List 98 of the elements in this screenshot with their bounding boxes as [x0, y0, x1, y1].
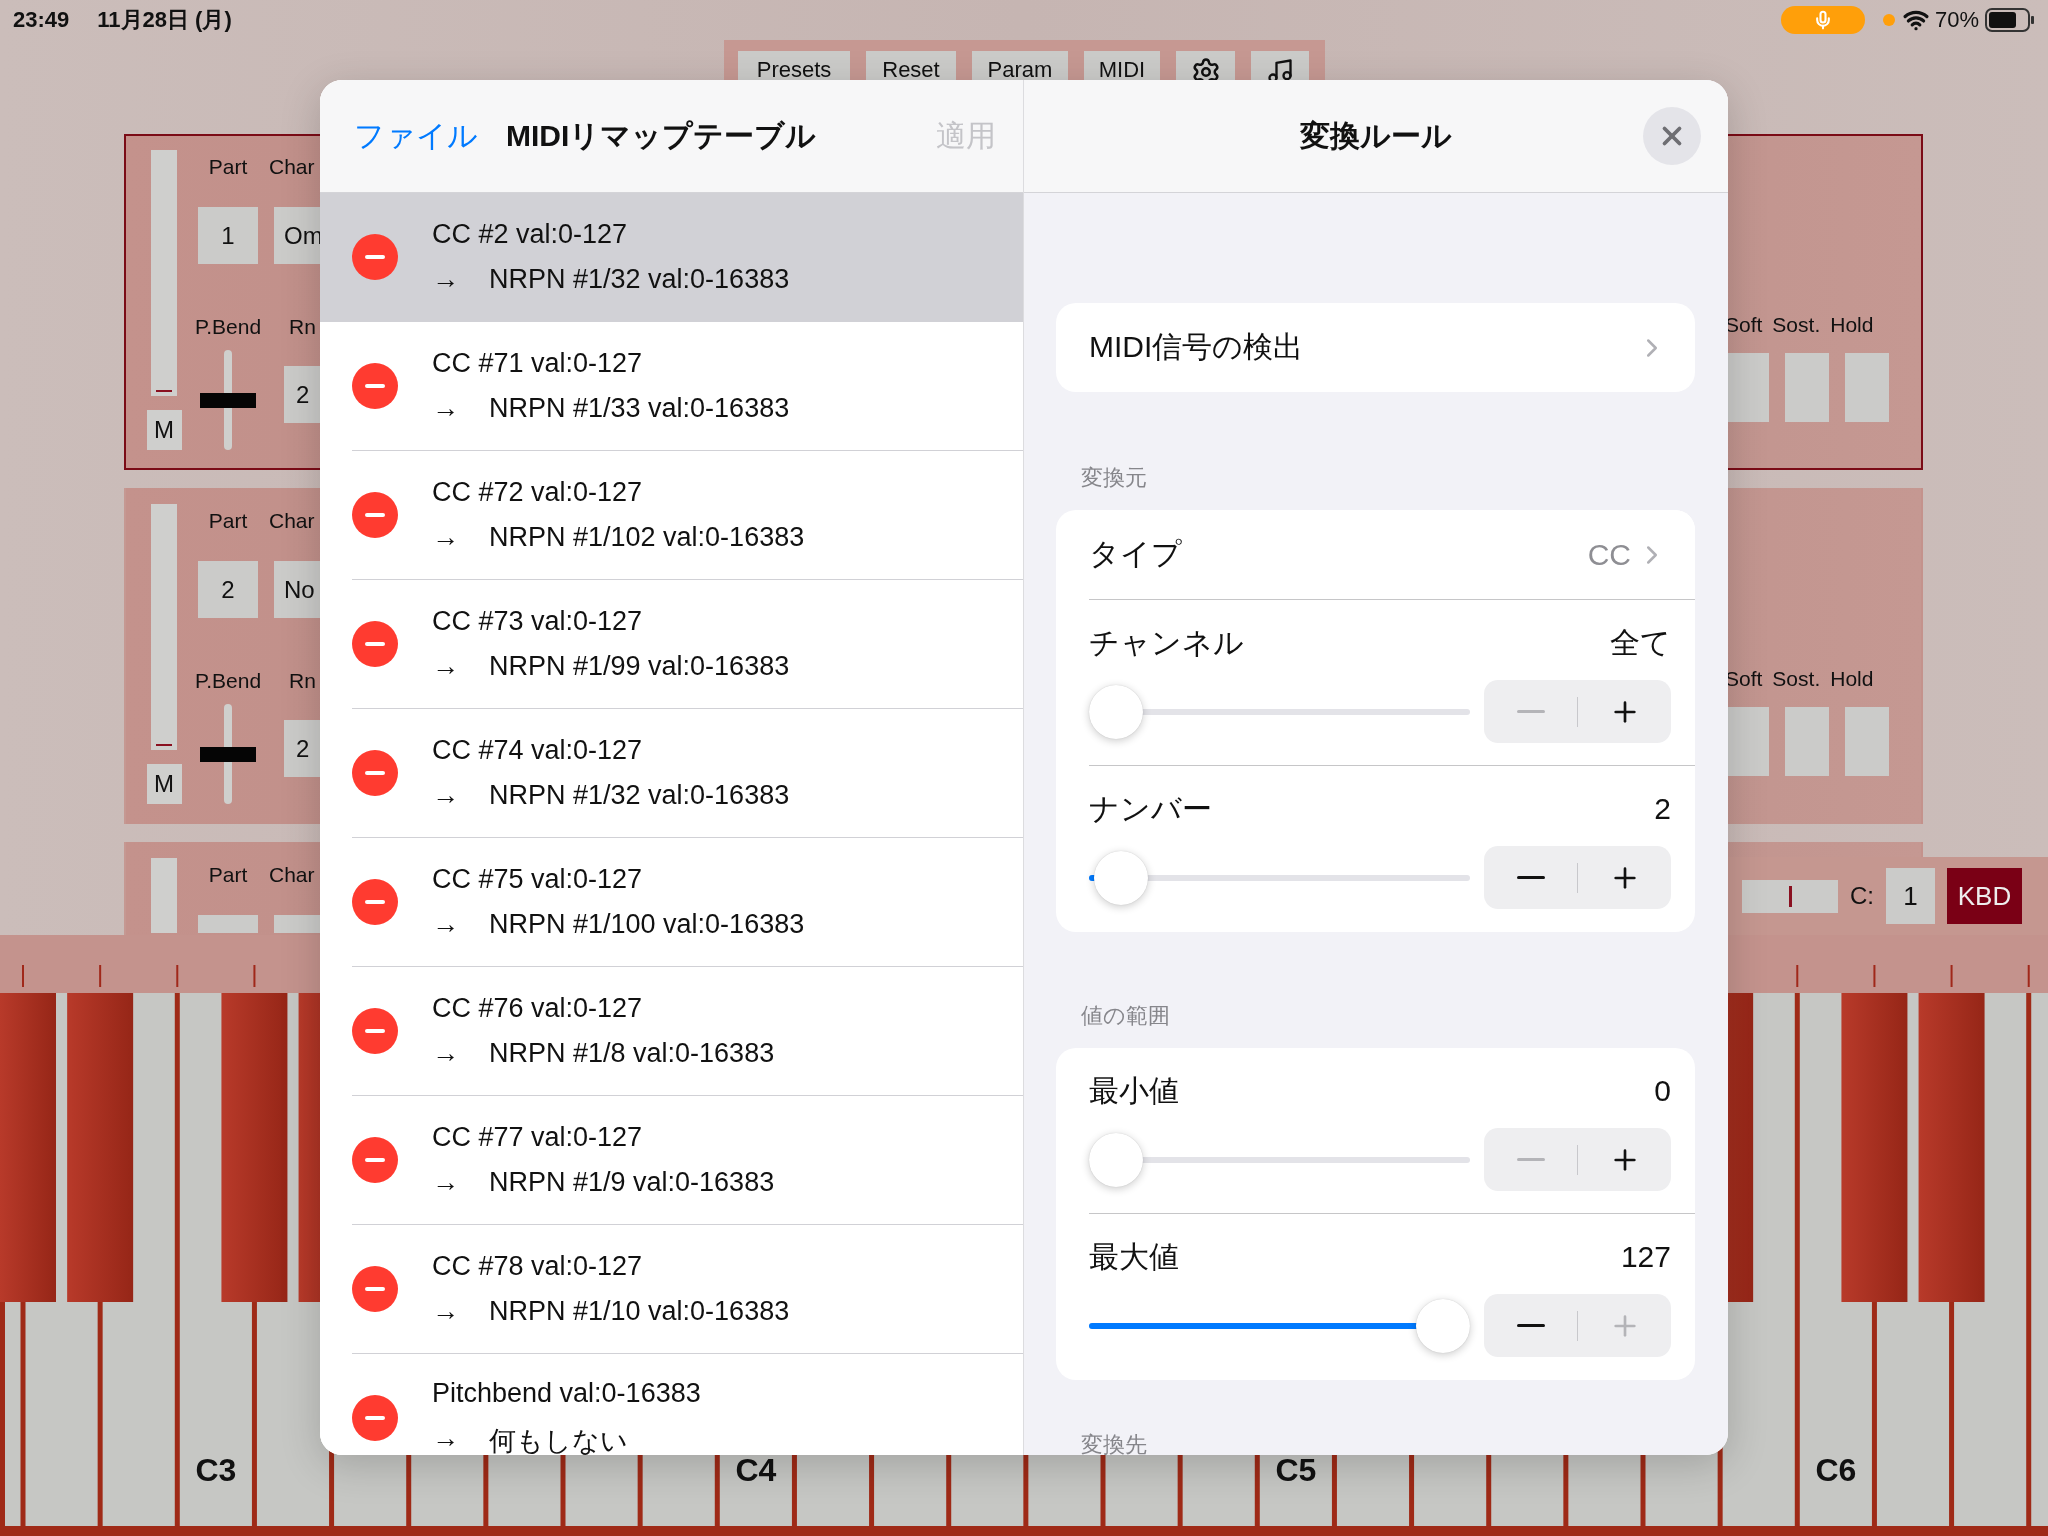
arrow-glyph: →: [432, 780, 459, 811]
keyboard-mode-button[interactable]: KBD: [1947, 868, 2022, 924]
arrow-glyph: →: [432, 264, 459, 295]
pedal-toggle[interactable]: [1845, 353, 1889, 422]
remove-button[interactable]: [352, 879, 398, 925]
rule-target: NRPN #1/32 val:0-16383: [489, 780, 790, 811]
rule-source: CC #73 val:0-127: [432, 606, 644, 637]
row-value: 全て: [1610, 624, 1671, 661]
rule-target: NRPN #1/100 val:0-16383: [489, 909, 805, 940]
pedal-label: Hold: [1830, 667, 1874, 691]
file-link[interactable]: ファイル: [354, 115, 478, 157]
rule-target: NRPN #1/8 val:0-16383: [489, 1038, 775, 1069]
minus-icon: [1516, 876, 1545, 879]
rule-source: CC #78 val:0-127: [432, 1251, 644, 1282]
rule-target: NRPN #1/32 val:0-16383: [489, 264, 790, 295]
arrow-glyph: →: [432, 1038, 459, 1069]
remove-button[interactable]: [352, 1137, 398, 1183]
remove-button[interactable]: [352, 1266, 398, 1312]
row-label: チャンネル: [1089, 624, 1244, 661]
pedal-toggle[interactable]: [1845, 707, 1889, 776]
remove-button[interactable]: [352, 1008, 398, 1054]
rule-source: CC #2 val:0-127: [432, 219, 629, 250]
row-value: 127: [1620, 1240, 1671, 1274]
rule-source: Pitchbend val:0-16383: [432, 1377, 701, 1409]
dialog-title: MIDIリマップテーブル: [506, 117, 817, 154]
row-label: 最大値: [1089, 1238, 1179, 1275]
arrow-glyph: →: [432, 909, 459, 940]
remove-button[interactable]: [352, 363, 398, 409]
rule-target: 何もしない: [489, 1424, 628, 1455]
minus-icon: [1516, 1324, 1545, 1327]
arrow-glyph: →: [432, 1422, 459, 1455]
battery-icon: [1985, 8, 2035, 32]
remove-button[interactable]: [352, 1395, 398, 1441]
minus-icon: [1516, 1158, 1545, 1161]
remove-button[interactable]: [352, 234, 398, 280]
part-label: Part: [208, 154, 248, 180]
part-field[interactable]: 1: [198, 207, 258, 264]
arrow-glyph: →: [432, 522, 459, 553]
rule-source: CC #74 val:0-127: [432, 735, 644, 766]
channel-field[interactable]: 1: [1886, 868, 1935, 924]
part-label: Part: [208, 508, 248, 534]
range-label: Rn: [289, 668, 316, 694]
arrow-glyph: →: [432, 1296, 459, 1327]
part-field[interactable]: 2: [198, 561, 258, 618]
status-time: 23:49: [13, 7, 70, 33]
pitch-bend-label: P.Bend: [194, 314, 262, 340]
section-label: 変換元: [1081, 464, 1148, 492]
rule-source: CC #72 val:0-127: [432, 477, 644, 508]
row-value: 2: [1654, 792, 1671, 826]
pitch-bend-slider[interactable]: [200, 350, 256, 450]
rule-source: CC #75 val:0-127: [432, 864, 644, 895]
rule-target: NRPN #1/102 val:0-16383: [489, 522, 805, 553]
rule-target: NRPN #1/99 val:0-16383: [489, 651, 790, 682]
arrow-glyph: →: [432, 651, 459, 682]
octave-label: C6: [1815, 1452, 1857, 1488]
remove-button[interactable]: [352, 621, 398, 667]
pedal-toggle[interactable]: [1785, 353, 1829, 422]
row-label: ナンバー: [1089, 790, 1212, 827]
channel-label: Char: [269, 508, 315, 534]
rule-target: NRPN #1/33 val:0-16383: [489, 393, 790, 424]
channel-label: Char: [269, 154, 315, 180]
rule-source: CC #77 val:0-127: [432, 1122, 644, 1153]
pitch-bend-label: P.Bend: [194, 668, 262, 694]
octave-label: C3: [195, 1452, 237, 1488]
dot-icon: [1882, 14, 1895, 26]
octave-label: C5: [1275, 1452, 1317, 1488]
rule-source: CC #71 val:0-127: [432, 348, 644, 379]
pitch-bend-slider[interactable]: [200, 704, 256, 804]
pedal-label: Hold: [1830, 313, 1874, 337]
mute-button[interactable]: M: [146, 764, 182, 804]
minus-icon: [1516, 710, 1545, 713]
section-label: 値の範囲: [1081, 1002, 1171, 1030]
row-value: 0: [1654, 1074, 1671, 1108]
transpose-slider[interactable]: [1742, 879, 1838, 913]
status-date: 11月28日 (月): [97, 6, 232, 34]
remove-button[interactable]: [352, 750, 398, 796]
pedal-toggle[interactable]: [1785, 707, 1829, 776]
rule-source: CC #76 val:0-127: [432, 993, 644, 1024]
pedal-toggle[interactable]: [1725, 707, 1769, 776]
remove-button[interactable]: [352, 492, 398, 538]
pedal-label: Sost.: [1772, 313, 1821, 337]
channel-label: Char: [269, 862, 315, 888]
row-label: 最小値: [1089, 1072, 1179, 1109]
section-label: 変換先: [1081, 1431, 1148, 1455]
rule-target: NRPN #1/10 val:0-16383: [489, 1296, 790, 1327]
part-label: Part: [208, 862, 248, 888]
pedal-toggle[interactable]: [1725, 353, 1769, 422]
range-label: Rn: [289, 314, 316, 340]
octave-label: C4: [735, 1452, 777, 1488]
battery-percentage: 70%: [1934, 7, 1979, 33]
rule-row[interactable]: CC #2 val:0-127 → NRPN #1/32 val:0-16383: [320, 193, 1023, 322]
arrow-glyph: →: [432, 1167, 459, 1198]
rule-target: NRPN #1/9 val:0-16383: [489, 1167, 775, 1198]
arrow-glyph: →: [432, 393, 459, 424]
pedal-label: Sost.: [1772, 667, 1821, 691]
channel-label: C:: [1850, 882, 1874, 910]
mute-button[interactable]: M: [146, 410, 182, 450]
panel-title: 変換ルール: [1300, 117, 1452, 154]
